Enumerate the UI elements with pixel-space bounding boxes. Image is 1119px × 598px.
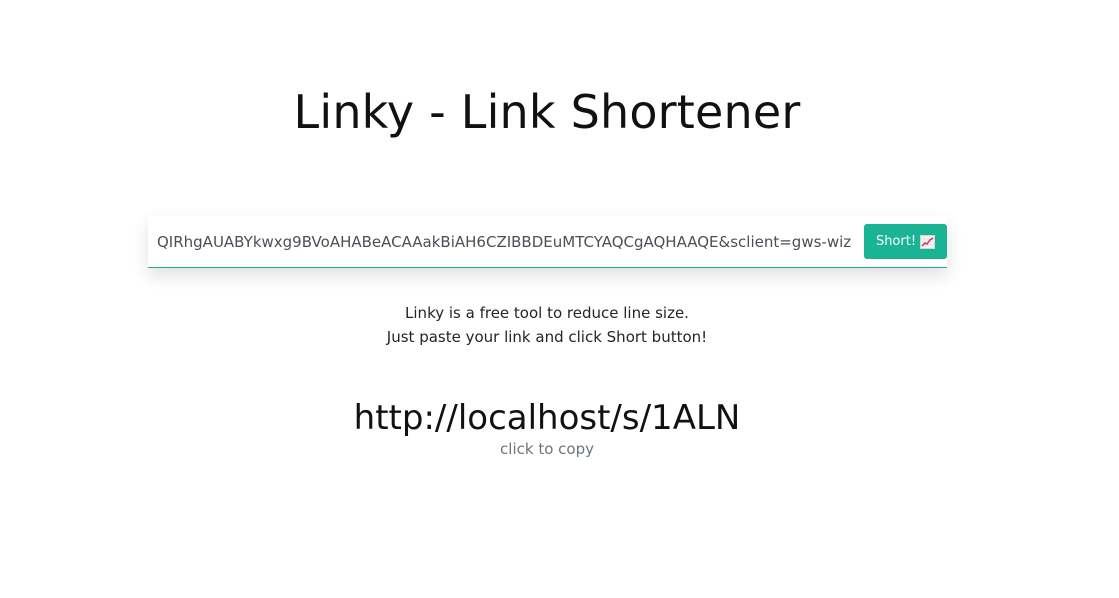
page-title: Linky - Link Shortener bbox=[293, 85, 801, 139]
chart-increasing-icon bbox=[920, 234, 936, 249]
short-button[interactable]: Short! bbox=[864, 224, 947, 259]
copy-hint[interactable]: click to copy bbox=[0, 439, 1094, 459]
page: Linky - Link Shortener Short! Linky is a… bbox=[0, 0, 1119, 598]
description-line-2: Just paste your link and click Short but… bbox=[386, 328, 708, 346]
shortener-form: Short! bbox=[148, 216, 947, 268]
short-url-link[interactable]: http://localhost/s/1ALN bbox=[0, 396, 1094, 440]
short-button-label: Short! bbox=[875, 234, 917, 249]
description: Linky is a free tool to reduce line size… bbox=[0, 301, 1094, 349]
url-input[interactable] bbox=[148, 224, 852, 260]
description-line-1: Linky is a free tool to reduce line size… bbox=[405, 304, 689, 322]
